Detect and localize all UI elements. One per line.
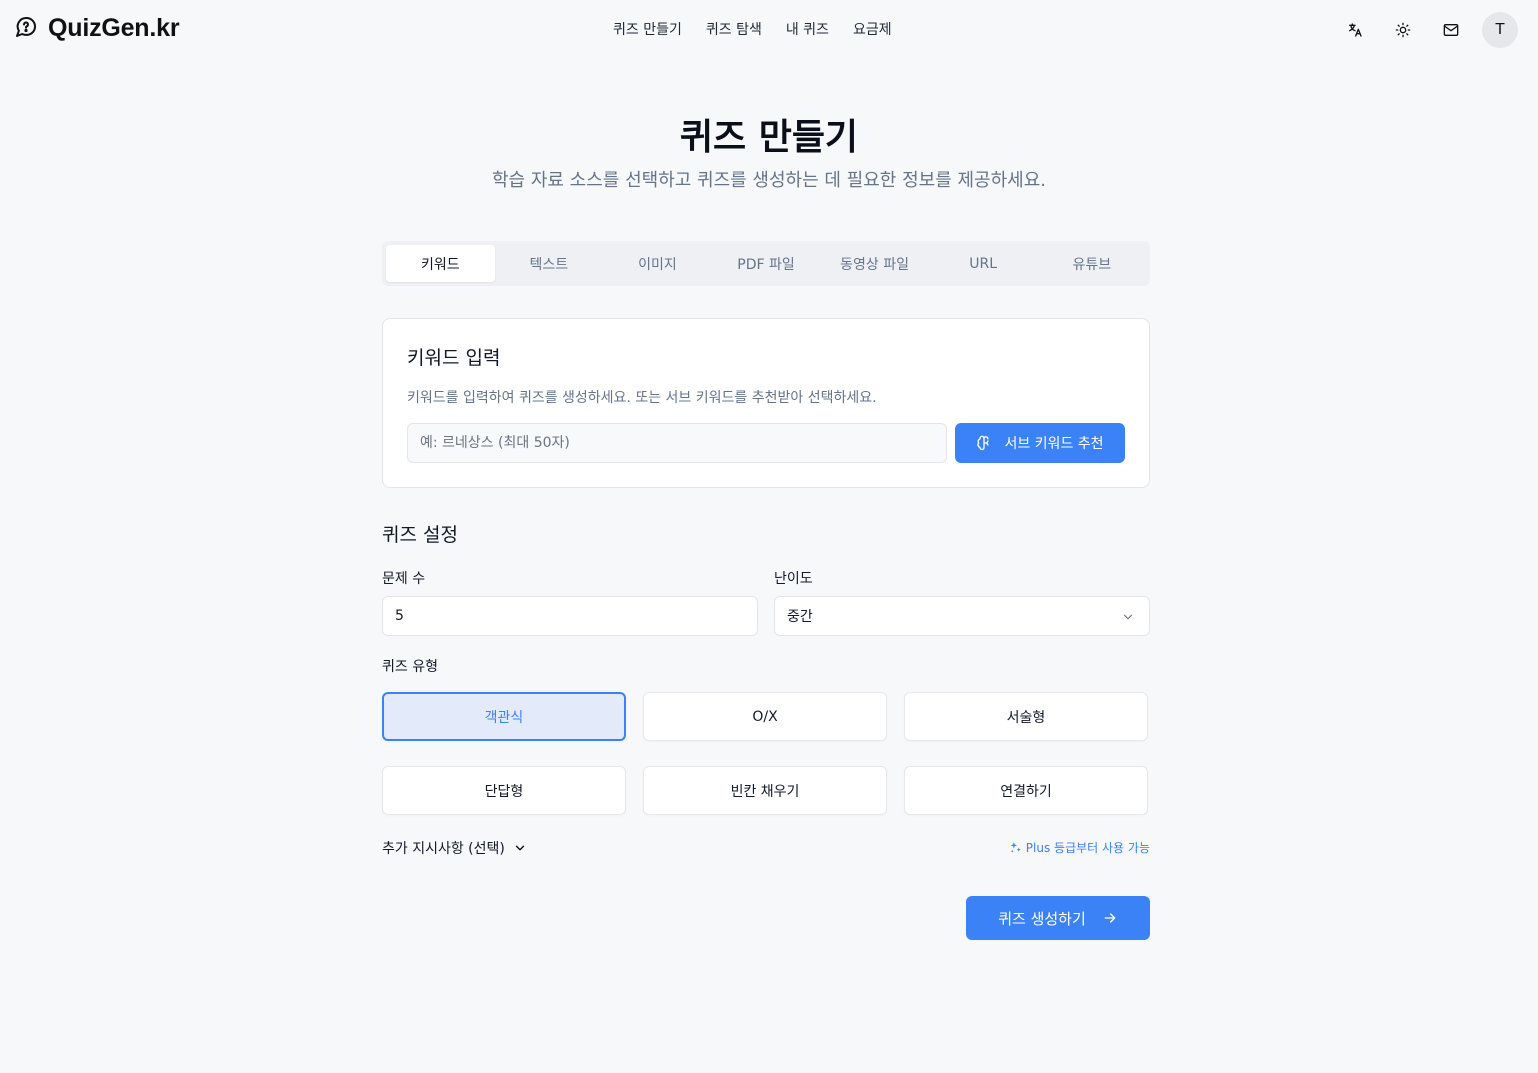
- quiz-type-ox[interactable]: O/X: [643, 692, 887, 741]
- mail-button[interactable]: [1434, 13, 1468, 47]
- quiz-type-matching[interactable]: 연결하기: [904, 766, 1148, 815]
- plus-tier-note: Plus 등급부터 사용 가능: [1009, 839, 1150, 856]
- quiz-type-essay[interactable]: 서술형: [904, 692, 1148, 741]
- suggest-button-label: 서브 키워드 추천: [1004, 436, 1104, 452]
- generate-quiz-button[interactable]: 퀴즈 생성하기: [966, 896, 1150, 940]
- brand-name: QuizGen.kr: [48, 14, 180, 42]
- keyword-input[interactable]: [407, 423, 947, 463]
- page-title: 퀴즈 만들기: [679, 117, 859, 158]
- extra-instructions-toggle[interactable]: 추가 지시사항 (선택): [382, 838, 527, 858]
- sun-icon: [1395, 22, 1411, 38]
- quiz-type-label: 퀴즈 유형: [382, 659, 438, 675]
- generate-button-label: 퀴즈 생성하기: [998, 909, 1086, 928]
- suggest-subkeyword-button[interactable]: 서브 키워드 추천: [955, 423, 1125, 463]
- mail-icon: [1443, 24, 1459, 36]
- nav-explore-quiz[interactable]: 퀴즈 탐색: [706, 19, 762, 39]
- difficulty-select[interactable]: 중간: [774, 596, 1150, 636]
- header-actions: T: [1338, 12, 1518, 48]
- nav-create-quiz[interactable]: 퀴즈 만들기: [613, 19, 682, 39]
- nav-pricing[interactable]: 요금제: [853, 19, 892, 39]
- chevron-down-icon: [1123, 614, 1133, 620]
- sparkles-icon: [1010, 842, 1021, 853]
- extra-instructions-label: 추가 지시사항 (선택): [382, 841, 505, 857]
- chat-bubble-icon: [14, 15, 38, 43]
- quiz-type-short-answer[interactable]: 단답형: [382, 766, 626, 815]
- question-count-label: 문제 수: [382, 571, 426, 587]
- tab-text[interactable]: 텍스트: [495, 245, 604, 282]
- translate-icon: [1349, 23, 1362, 37]
- page-subtitle: 학습 자료 소스를 선택하고 퀴즈를 생성하는 데 필요한 정보를 제공하세요.: [491, 170, 1046, 191]
- theme-toggle-button[interactable]: [1386, 13, 1420, 47]
- keyword-card-description: 키워드를 입력하여 퀴즈를 생성하세요. 또는 서브 키워드를 추천받아 선택하…: [407, 390, 877, 406]
- difficulty-value: 중간: [787, 609, 813, 625]
- tab-youtube[interactable]: 유튜브: [1037, 245, 1146, 282]
- keyword-card: 키워드 입력 키워드를 입력하여 퀴즈를 생성하세요. 또는 서브 키워드를 추…: [382, 318, 1150, 488]
- main-nav: 퀴즈 만들기 퀴즈 탐색 내 퀴즈 요금제: [613, 19, 892, 39]
- arrow-right-icon: [1104, 913, 1116, 923]
- tab-pdf[interactable]: PDF 파일: [712, 245, 821, 282]
- question-count-value: 5: [395, 608, 404, 624]
- difficulty-label: 난이도: [774, 571, 813, 587]
- chevron-down-icon: [515, 845, 525, 851]
- brain-icon: [977, 435, 990, 451]
- user-avatar[interactable]: T: [1482, 12, 1518, 48]
- settings-title: 퀴즈 설정: [382, 524, 458, 546]
- language-button[interactable]: [1338, 13, 1372, 47]
- quiz-type-fill-blank[interactable]: 빈칸 채우기: [643, 766, 887, 815]
- tab-image[interactable]: 이미지: [603, 245, 712, 282]
- nav-my-quiz[interactable]: 내 퀴즈: [786, 19, 829, 39]
- keyword-card-title: 키워드 입력: [407, 347, 501, 369]
- brand-logo[interactable]: QuizGen.kr: [14, 14, 180, 43]
- plus-note-text: Plus 등급부터 사용 가능: [1025, 841, 1150, 855]
- tab-keyword[interactable]: 키워드: [386, 245, 495, 282]
- source-tabs: 키워드 텍스트 이미지 PDF 파일 동영상 파일 URL 유튜브: [382, 241, 1150, 286]
- top-header: QuizGen.kr 퀴즈 만들기 퀴즈 탐색 내 퀴즈 요금제 T: [0, 0, 1538, 60]
- quiz-type-multiple-choice[interactable]: 객관식: [382, 692, 626, 741]
- question-count-input[interactable]: 5: [382, 596, 758, 636]
- tab-video[interactable]: 동영상 파일: [820, 245, 929, 282]
- tab-url[interactable]: URL: [929, 245, 1038, 282]
